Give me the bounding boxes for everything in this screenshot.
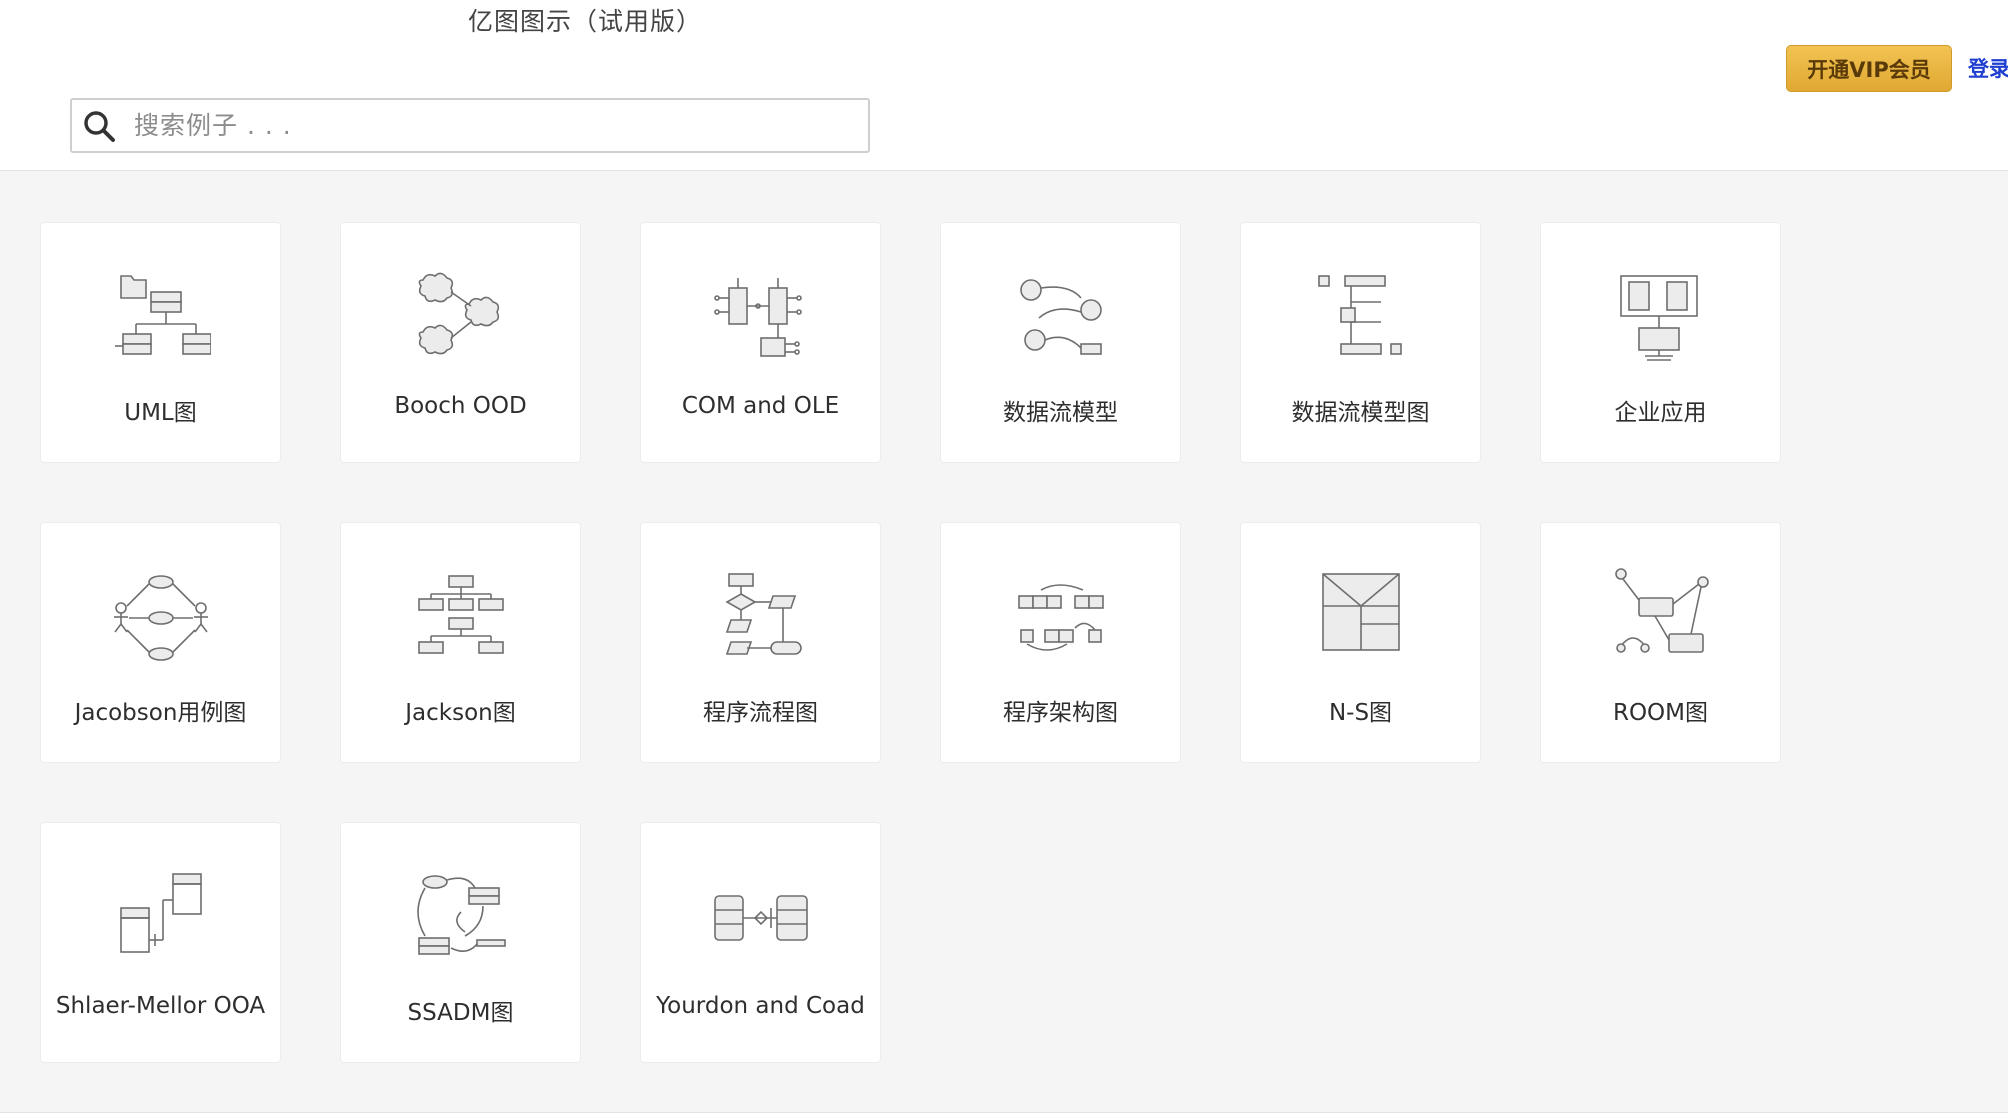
data-flow-model-icon xyxy=(1020,279,1102,355)
program-flowchart-icon xyxy=(725,573,802,655)
template-label: COM and OLE xyxy=(681,393,840,419)
app-title: 亿图图示（试用版） xyxy=(468,7,703,36)
template-label: ROOM图 xyxy=(1612,700,1709,726)
vip-button[interactable]: 开通VIP会员 xyxy=(1786,45,1952,92)
template-card-ns-diagram[interactable]: N-S图 xyxy=(1240,522,1481,763)
template-card-com-ole[interactable]: COM and OLE xyxy=(640,222,881,463)
template-label: 程序架构图 xyxy=(1003,700,1118,726)
template-card-data-flow-diagram[interactable]: 数据流模型图 xyxy=(1240,222,1481,463)
program-structure-icon xyxy=(1018,584,1104,651)
template-card-shlaer-mellor[interactable]: Shlaer-Mellor OOA xyxy=(40,822,281,1063)
template-label: SSADM图 xyxy=(407,1000,514,1026)
template-card-enterprise-app[interactable]: 企业应用 xyxy=(1540,222,1781,463)
template-label: 企业应用 xyxy=(1614,400,1707,426)
data-flow-diagram-icon xyxy=(1318,275,1402,355)
template-card-jacobson[interactable]: Jacobson用例图 xyxy=(40,522,281,763)
jacobson-icon xyxy=(114,575,208,661)
template-label: N-S图 xyxy=(1328,700,1393,726)
template-card-yourdon-coad[interactable]: Yourdon and Coad xyxy=(640,822,881,1063)
search-box[interactable] xyxy=(70,98,870,153)
search-icon xyxy=(84,110,115,142)
template-label: 程序流程图 xyxy=(703,700,818,726)
template-label: Shlaer-Mellor OOA xyxy=(55,993,266,1019)
template-card-booch-ood[interactable]: Booch OOD xyxy=(340,222,581,463)
template-label: Yourdon and Coad xyxy=(656,993,865,1019)
template-card-data-flow-model[interactable]: 数据流模型 xyxy=(940,222,1181,463)
shlaer-mellor-icon xyxy=(120,873,202,953)
room-icon xyxy=(1615,568,1709,653)
template-label: Booch OOD xyxy=(394,393,527,419)
template-label: Jacobson用例图 xyxy=(74,700,247,726)
login-link[interactable]: 登录 xyxy=(1968,53,2008,83)
ssadm-icon xyxy=(417,875,506,955)
template-card-room[interactable]: ROOM图 xyxy=(1540,522,1781,763)
template-card-program-structure[interactable]: 程序架构图 xyxy=(940,522,1181,763)
template-card-uml[interactable]: UML图 xyxy=(40,222,281,463)
template-gallery: UML图 Booch OOD COM and OLE 数据流模型 数据流模型图 … xyxy=(0,170,2008,1113)
template-label: Jackson图 xyxy=(405,700,516,726)
template-card-jackson[interactable]: Jackson图 xyxy=(340,522,581,763)
uml-icon xyxy=(115,275,211,355)
yourdon-coad-icon xyxy=(714,895,808,941)
booch-icon xyxy=(418,272,500,355)
ns-diagram-icon xyxy=(1322,573,1400,651)
enterprise-app-icon xyxy=(1620,275,1698,361)
template-label: UML图 xyxy=(124,400,197,426)
template-label: 数据流模型图 xyxy=(1291,400,1430,426)
template-card-ssadm[interactable]: SSADM图 xyxy=(340,822,581,1063)
search-input[interactable] xyxy=(132,110,836,141)
template-card-program-flowchart[interactable]: 程序流程图 xyxy=(640,522,881,763)
jackson-icon xyxy=(418,575,504,654)
com-ole-icon xyxy=(714,278,802,357)
template-label: 数据流模型 xyxy=(1003,400,1118,426)
